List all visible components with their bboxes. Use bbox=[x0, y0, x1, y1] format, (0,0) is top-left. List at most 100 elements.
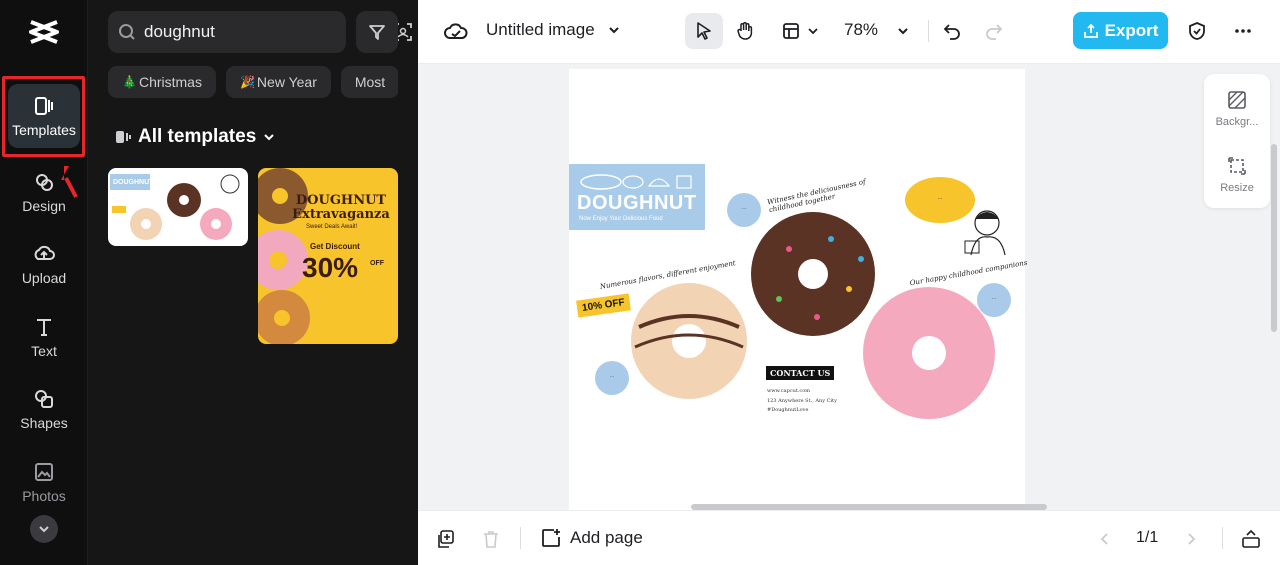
contact-title: CONTACT US bbox=[766, 366, 835, 380]
document-title[interactable]: Untitled image bbox=[486, 20, 621, 40]
page-panel-toggle-button[interactable] bbox=[1238, 526, 1264, 552]
chevron-down-icon bbox=[608, 27, 619, 34]
side-tool-label: Resize bbox=[1220, 182, 1254, 194]
chevron-left-icon bbox=[1100, 533, 1108, 545]
hand-icon bbox=[737, 22, 753, 40]
photos-icon bbox=[35, 463, 53, 481]
doughnut-images bbox=[631, 212, 995, 419]
upload-icon bbox=[34, 245, 55, 260]
template-thumbnail[interactable]: DOUGHNUT Extravaganza Sweet Deals Await!… bbox=[258, 168, 398, 344]
panel-up-icon bbox=[1242, 529, 1260, 548]
export-button[interactable]: Export bbox=[1073, 12, 1168, 49]
delete-page-button[interactable] bbox=[478, 526, 504, 552]
rail-item-label: Upload bbox=[21, 270, 67, 286]
vertical-scrollbar[interactable] bbox=[1271, 144, 1277, 332]
filter-button[interactable] bbox=[356, 11, 398, 53]
next-page-button[interactable] bbox=[1180, 526, 1202, 552]
chevron-down-icon bbox=[39, 526, 49, 533]
add-page-button[interactable]: Add page bbox=[540, 527, 643, 549]
more-icon bbox=[1235, 29, 1251, 33]
thumb-subtitle: Sweet Deals Await! bbox=[306, 224, 358, 230]
template-thumbnail[interactable]: DOUGHNUT bbox=[108, 168, 248, 246]
canvas-area[interactable]: DOUGHNUT Now Enjoy Your Delicious Food ·… bbox=[418, 64, 1280, 510]
design-page[interactable]: DOUGHNUT Now Enjoy Your Delicious Food ·… bbox=[569, 69, 1028, 510]
chevron-down-icon bbox=[898, 28, 908, 35]
toolbar-divider bbox=[520, 527, 521, 549]
thumb-doughnuts-image bbox=[112, 174, 240, 240]
chip-most[interactable]: Most bbox=[340, 66, 398, 98]
more-options-button[interactable] bbox=[1230, 13, 1256, 49]
rail-item-upload[interactable]: Upload bbox=[8, 232, 80, 296]
chevron-down-icon bbox=[264, 134, 274, 141]
filter-icon bbox=[369, 25, 385, 40]
chevron-right-icon bbox=[1188, 533, 1196, 545]
undo-icon bbox=[943, 24, 960, 40]
chip-christmas[interactable]: 🎄 Christmas bbox=[108, 66, 216, 98]
toolbar-divider bbox=[928, 20, 929, 42]
rail-item-label: Design bbox=[22, 198, 66, 214]
section-title: All templates bbox=[138, 126, 257, 147]
shield-button[interactable] bbox=[1184, 13, 1210, 49]
thumb-title: DOUGHNUT Extravaganza bbox=[292, 193, 390, 222]
search-box bbox=[108, 11, 412, 53]
design-icon bbox=[36, 174, 53, 191]
top-toolbar: Untitled image 78% Export bbox=[418, 0, 1280, 64]
expand-rail-button[interactable] bbox=[30, 515, 58, 543]
rail-item-label: Text bbox=[31, 343, 57, 359]
annotation-highlight-box bbox=[2, 76, 85, 157]
thumb-discount-value: 30% bbox=[302, 252, 359, 283]
shield-icon bbox=[1189, 22, 1205, 40]
export-label: Export bbox=[1104, 20, 1159, 40]
duplicate-page-button[interactable] bbox=[432, 526, 458, 552]
text-icon bbox=[37, 319, 51, 336]
document-title-text: Untitled image bbox=[486, 20, 595, 39]
background-tool-button[interactable]: Backgr... bbox=[1204, 90, 1270, 128]
chip-new-year[interactable]: 🎉 New Year bbox=[225, 66, 331, 98]
bottom-toolbar: Add page 1/1 bbox=[418, 510, 1280, 565]
chip-label: Christmas bbox=[138, 74, 202, 90]
capcut-logo-icon[interactable] bbox=[28, 18, 60, 46]
add-page-label: Add page bbox=[570, 528, 643, 547]
previous-page-button[interactable] bbox=[1094, 526, 1116, 552]
annotation-arrow-icon bbox=[61, 166, 78, 198]
party-popper-icon: 🎉 bbox=[239, 75, 255, 89]
hand-tool-button[interactable] bbox=[726, 13, 764, 49]
redo-icon bbox=[986, 24, 1003, 40]
chip-label: Most bbox=[354, 74, 386, 90]
select-tool-button[interactable] bbox=[685, 13, 723, 49]
page-indicator: 1/1 bbox=[1136, 529, 1159, 546]
chevron-down-icon bbox=[808, 28, 818, 35]
trash-icon bbox=[484, 531, 498, 548]
contact-line: #DoughnutLove bbox=[767, 407, 809, 413]
resize-tool-button[interactable]: Resize bbox=[1204, 156, 1270, 194]
zoom-level[interactable]: 78% bbox=[844, 20, 878, 40]
category-chips: 🎄 Christmas 🎉 New Year Most bbox=[108, 66, 398, 98]
search-icon bbox=[118, 23, 136, 41]
search-input[interactable] bbox=[144, 22, 365, 42]
templates-panel: 🎄 Christmas 🎉 New Year Most All template… bbox=[88, 0, 512, 565]
layout-icon bbox=[783, 23, 799, 39]
toolbar-divider bbox=[1222, 527, 1223, 549]
layout-tool-button[interactable] bbox=[776, 13, 824, 49]
rail-item-label: Shapes bbox=[20, 415, 68, 431]
resize-icon bbox=[1228, 157, 1246, 175]
background-icon bbox=[1228, 91, 1246, 109]
cloud-sync-icon[interactable] bbox=[444, 20, 468, 44]
undo-button[interactable] bbox=[938, 13, 966, 49]
duplicate-icon bbox=[438, 530, 454, 548]
export-icon bbox=[1083, 23, 1098, 38]
contact-line: www.capcut.com bbox=[767, 388, 810, 394]
chip-label: New Year bbox=[256, 74, 317, 90]
rail-item-photos[interactable]: Photos bbox=[8, 450, 80, 514]
cursor-icon bbox=[697, 22, 711, 40]
all-templates-dropdown[interactable]: All templates bbox=[114, 126, 282, 148]
redo-button[interactable] bbox=[980, 13, 1008, 49]
templates-icon bbox=[116, 131, 131, 143]
rail-item-text[interactable]: Text bbox=[8, 305, 80, 369]
thumb-off: OFF bbox=[370, 260, 384, 267]
zoom-dropdown-button[interactable] bbox=[892, 13, 914, 49]
thumb-discount-label: Get Discount bbox=[310, 242, 360, 251]
rail-item-shapes[interactable]: Shapes bbox=[8, 377, 80, 441]
shapes-icon bbox=[35, 390, 53, 408]
app-root: Templates Design Upload Text Shapes Phot… bbox=[0, 0, 1280, 565]
